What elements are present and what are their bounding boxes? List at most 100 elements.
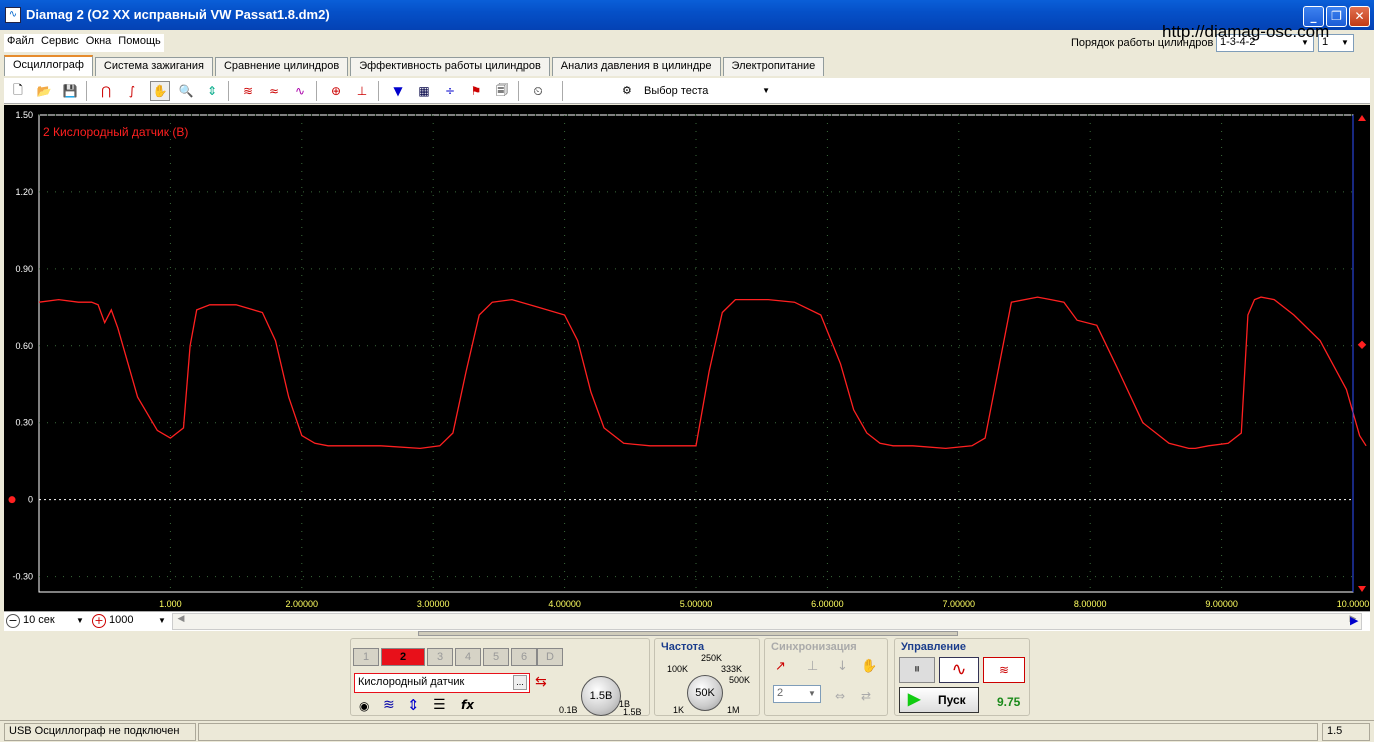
level-down-icon[interactable]: ↓ xyxy=(837,659,848,674)
falling-edge-icon[interactable]: ⊥ xyxy=(807,659,818,674)
tab-cylinder-efficiency[interactable]: Эффективность работы цилиндров xyxy=(350,57,550,76)
channel-button-d[interactable]: D xyxy=(537,648,563,666)
bottom-panel: 1 2 3 4 5 6 D Кислородный датчик ... ⇆ ◉… xyxy=(0,631,1374,719)
control-title: Управление xyxy=(901,641,967,653)
sync-collapse-icon[interactable]: ⇄ xyxy=(861,689,871,703)
samples-value: 1000 xyxy=(109,614,134,626)
y-tick-label: 1.50 xyxy=(15,110,33,120)
sensor-field[interactable]: Кислородный датчик ... xyxy=(354,673,530,693)
split-icon[interactable]: ÷ xyxy=(440,81,460,101)
x-tick-label: 5.00000 xyxy=(680,599,713,609)
cursor-b-icon[interactable]: ∫ xyxy=(122,81,142,101)
tab-pressure-analysis[interactable]: Анализ давления в цилиндре xyxy=(551,57,721,76)
marker-icon[interactable]: ⚑ xyxy=(466,81,486,101)
freq-label-1k: 1K xyxy=(673,705,685,715)
chevron-down-icon: ▼ xyxy=(1341,38,1349,47)
zoom-in-icon[interactable]: + xyxy=(92,614,106,628)
toolbar: 🗋 📂 💾 ⋂ ∫ ✋ 🔍 ⇕ ≋ ≈ ∿ ⊕ ⊥ ▼ ▦ ÷ ⚑ 🗐 ⏲ ⚙ … xyxy=(4,78,1370,104)
rising-edge-icon[interactable]: ↗ xyxy=(775,659,786,674)
zoom-out-icon[interactable]: − xyxy=(6,614,20,628)
frequency-knob[interactable]: 50K xyxy=(687,675,723,711)
x-tick-label: 3.00000 xyxy=(417,599,450,609)
app-icon: ∿ xyxy=(5,7,21,23)
start-button[interactable]: ▶ Пуск xyxy=(899,687,979,713)
samples-select[interactable]: 1000 ▼ xyxy=(106,613,170,631)
start-label: Пуск xyxy=(938,693,966,707)
chevron-down-icon: ▼ xyxy=(762,86,770,95)
open-folder-icon[interactable]: 📂 xyxy=(34,81,54,101)
menu-file[interactable]: Файл xyxy=(7,35,34,51)
freq-label-500k: 500K xyxy=(729,675,751,685)
notes-icon[interactable]: 🗐 xyxy=(492,81,512,101)
function-icon[interactable]: fx xyxy=(461,698,474,712)
hand-tool-icon[interactable]: ✋ xyxy=(150,81,170,101)
sync-expand-icon[interactable]: ⇔ xyxy=(835,689,845,703)
x-tick-label: 7.00000 xyxy=(943,599,976,609)
sync-auto-icon[interactable]: ✋ xyxy=(861,659,877,674)
y-tick-label: -0.30 xyxy=(12,572,33,582)
time-base-select[interactable]: 10 сек ▼ xyxy=(20,613,88,631)
time-base-value: 10 сек xyxy=(23,614,55,626)
menu-service[interactable]: Сервис xyxy=(41,35,79,51)
record-mode-button[interactable]: ≋ xyxy=(983,657,1025,683)
control-value: 9.75 xyxy=(997,695,1021,709)
splitter-handle[interactable] xyxy=(418,631,958,636)
tab-power-supply[interactable]: Электропитание xyxy=(722,57,825,76)
zoom-icon[interactable]: 🔍 xyxy=(176,81,196,101)
url-overlay: http://diamag-osc.com xyxy=(1162,22,1330,41)
waveform-toggle-icon[interactable]: ≋ xyxy=(383,697,395,713)
channel-button-6[interactable]: 6 xyxy=(511,648,537,666)
spectrum-icon[interactable]: ∿ xyxy=(290,81,310,101)
x-tick-label: 10.0000 xyxy=(1337,599,1370,609)
filter-icon[interactable]: ≋ xyxy=(238,81,258,101)
save-icon[interactable]: 💾 xyxy=(60,81,80,101)
sync-channel-select[interactable]: 2 ▼ xyxy=(773,685,821,703)
tab-ignition[interactable]: Система зажигания xyxy=(94,57,213,76)
status-value: 1.5 xyxy=(1322,723,1370,741)
sync-channel-value: 2 xyxy=(777,687,784,699)
sync-title: Синхронизация xyxy=(771,641,857,653)
funnel-icon[interactable]: ▼ xyxy=(388,81,408,101)
tab-oscilloscope[interactable]: Осциллограф xyxy=(4,55,93,76)
vertical-scale-icon[interactable]: ⇕ xyxy=(407,696,420,714)
status-middle xyxy=(198,723,1318,741)
x-tick-label: 8.00000 xyxy=(1074,599,1107,609)
continuous-mode-button[interactable]: ∿ xyxy=(939,657,979,683)
chevron-down-icon: ▼ xyxy=(808,689,816,698)
test-select[interactable]: ⚙ Выбор теста ▼ xyxy=(616,81,776,101)
new-file-icon[interactable]: 🗋 xyxy=(8,81,28,101)
x-tick-label: 2.00000 xyxy=(286,599,319,609)
freq-label-1m: 1M xyxy=(727,705,740,715)
range-knob[interactable]: 1.5В xyxy=(581,676,621,716)
tab-cylinder-compare[interactable]: Сравнение цилиндров xyxy=(214,57,349,76)
measure-icon[interactable]: ⇕ xyxy=(202,81,222,101)
wave-icon[interactable]: ≈ xyxy=(264,81,284,101)
close-button[interactable]: ✕ xyxy=(1349,6,1370,27)
channel-button-1[interactable]: 1 xyxy=(353,648,379,666)
x-tick-label: 4.00000 xyxy=(548,599,581,609)
lines-icon[interactable]: ☰ xyxy=(433,697,446,713)
sensor-config-icon[interactable]: ⇆ xyxy=(535,674,547,690)
menu-help[interactable]: Помощь xyxy=(118,35,161,51)
cursor-a-icon[interactable]: ⋂ xyxy=(96,81,116,101)
oscilloscope-display[interactable]: 1.50 1.20 0.90 0.60 0.30 0 -0.30 1.000 2.00000 3.… xyxy=(4,105,1370,611)
menu-windows[interactable]: Окна xyxy=(86,35,112,51)
channel-button-3[interactable]: 3 xyxy=(427,648,453,666)
scale-up-arrow xyxy=(1358,115,1366,121)
eye-icon[interactable]: ◉ xyxy=(359,699,369,713)
channel-button-4[interactable]: 4 xyxy=(455,648,481,666)
grid-icon[interactable]: ▦ xyxy=(414,81,434,101)
freq-label-100k: 100K xyxy=(667,664,689,674)
menu-bar: Файл Сервис Окна Помощь xyxy=(4,34,164,52)
channel-panel: 1 2 3 4 5 6 D Кислородный датчик ... ⇆ ◉… xyxy=(350,638,650,717)
sensor-more-button[interactable]: ... xyxy=(513,675,527,690)
pause-button[interactable]: ⏸ xyxy=(899,657,935,683)
play-right-icon[interactable]: ▶ xyxy=(1350,614,1358,627)
channel-button-5[interactable]: 5 xyxy=(483,648,509,666)
channel-button-2[interactable]: 2 xyxy=(381,648,425,666)
auto-icon[interactable]: ⏲ xyxy=(528,81,548,101)
horizontal-scrollbar[interactable]: ◀ ▶ xyxy=(172,613,1362,630)
auto-scale-icon[interactable]: ⊕ xyxy=(326,81,346,101)
scroll-left-icon[interactable]: ◀ xyxy=(173,614,189,629)
zero-offset-icon[interactable]: ⊥ xyxy=(352,81,372,101)
